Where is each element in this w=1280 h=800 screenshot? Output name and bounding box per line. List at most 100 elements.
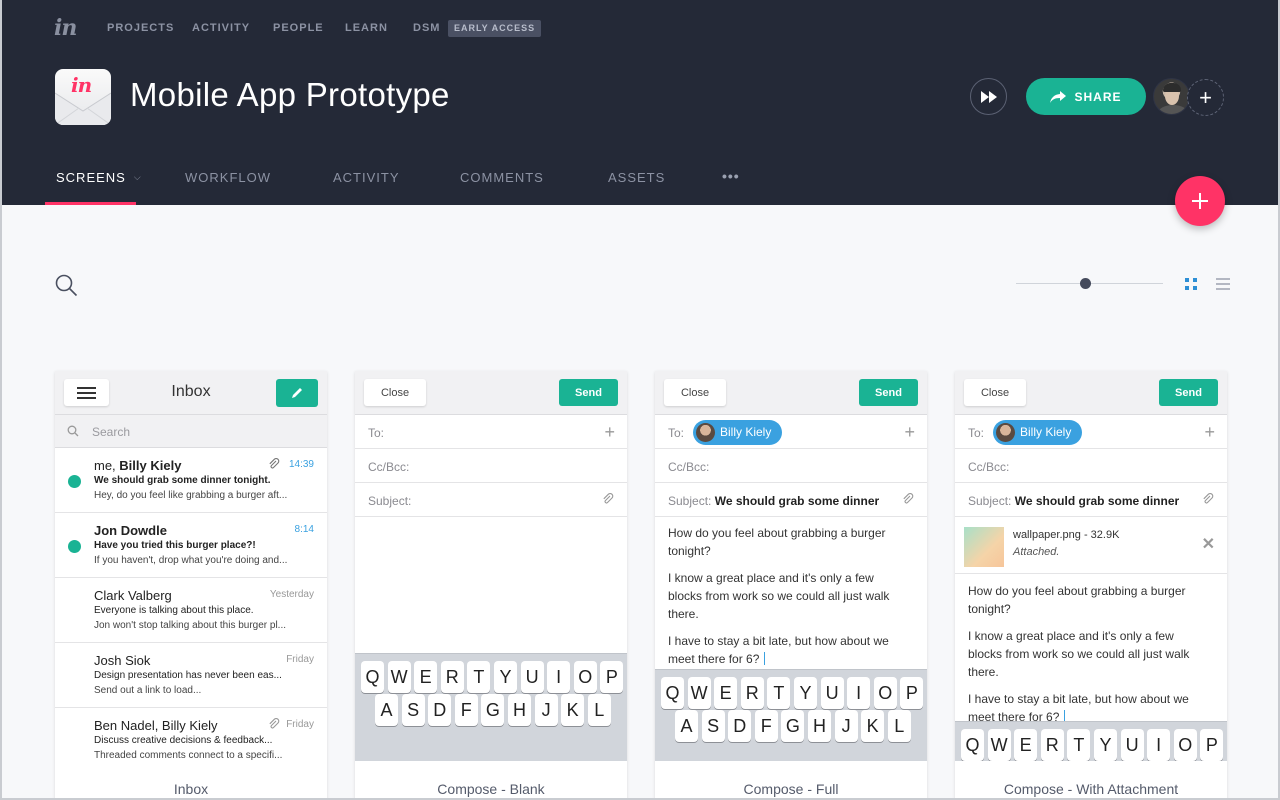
close-button: Close	[964, 379, 1026, 406]
keyboard-key: W	[687, 677, 711, 709]
email-sender: Clark Valberg	[94, 588, 172, 603]
tab-comments[interactable]: COMMENTS	[460, 170, 544, 185]
attachment-status: Attached.	[1013, 546, 1060, 558]
keyboard-key: P	[1200, 729, 1224, 761]
keyboard-key: F	[454, 694, 478, 726]
nav-people[interactable]: PEOPLE	[273, 22, 324, 34]
email-sender: Jon Dowdle	[94, 523, 167, 538]
navbar: Close Send	[655, 371, 927, 415]
screen-thumbnail: Close Send To: Billy Kiely + Cc/Bcc: Sub…	[655, 371, 927, 761]
tab-workflow[interactable]: WORKFLOW	[185, 170, 271, 185]
email-sender: Josh Siok	[94, 653, 151, 668]
subject-field: Subject:	[355, 483, 627, 517]
grid-view-icon[interactable]	[1184, 277, 1198, 291]
keyboard-key: W	[987, 729, 1011, 761]
nav-activity[interactable]: ACTIVITY	[192, 22, 250, 34]
share-button[interactable]: SHARE	[1026, 78, 1146, 115]
preview-button[interactable]	[970, 78, 1007, 115]
screen-card-compose-blank[interactable]: Close Send To: + Cc/Bcc: Subject: QWERTY…	[355, 371, 627, 800]
nav-dsm[interactable]: DSM	[413, 22, 440, 34]
to-field: To: Billy Kiely +	[655, 415, 927, 449]
keyboard-key: W	[387, 661, 411, 693]
email-preview: Threaded comments connect to a specifi..…	[94, 750, 283, 761]
navbar: Inbox	[55, 371, 327, 415]
email-preview: If you haven't, drop what you're doing a…	[94, 555, 288, 566]
tab-activity[interactable]: ACTIVITY	[333, 170, 400, 185]
screen-thumbnail: Close Send To: + Cc/Bcc: Subject: QWERTY…	[355, 371, 627, 761]
keyboard-key: G	[481, 694, 505, 726]
keyboard-key: E	[714, 677, 738, 709]
keyboard-key: E	[1014, 729, 1038, 761]
subject-field: Subject: We should grab some dinner	[655, 483, 927, 517]
paperclip-icon	[269, 458, 280, 469]
screen-card-compose-attachment[interactable]: Close Send To: Billy Kiely + Cc/Bcc: Sub…	[955, 371, 1227, 800]
attachment-thumbnail	[964, 527, 1004, 567]
to-label: To:	[368, 426, 385, 440]
keyboard-key: H	[808, 710, 831, 742]
to-label: To:	[668, 426, 685, 440]
more-tabs-button[interactable]: •••	[722, 168, 740, 184]
navbar: Close Send	[955, 371, 1227, 415]
search-icon	[67, 425, 79, 437]
keyboard-key: O	[873, 677, 897, 709]
add-screen-button[interactable]	[1175, 176, 1225, 226]
subject-label: Subject: We should grab some dinner	[968, 494, 1180, 508]
cc-field: Cc/Bcc:	[955, 449, 1227, 483]
keyboard-key: D	[728, 710, 752, 742]
attachment-name: wallpaper.png - 32.9K	[1013, 529, 1120, 541]
screen-caption: Compose - Blank	[437, 781, 545, 797]
keyboard-key: Y	[1094, 729, 1117, 761]
screen-card-inbox[interactable]: Inbox Search me, Billy Kiely 14:39 We sh…	[55, 371, 327, 800]
keyboard-key: I	[547, 661, 571, 693]
keyboard-key: O	[573, 661, 597, 693]
plus-icon	[1192, 193, 1208, 209]
email-subject: Everyone is talking about this place.	[94, 605, 254, 616]
close-button: Close	[664, 379, 726, 406]
keyboard-key: Y	[494, 661, 517, 693]
keyboard-key: Q	[661, 677, 684, 709]
body-paragraph: I have to stay a bit late, but how about…	[668, 634, 889, 666]
screen-caption: Compose - Full	[743, 781, 839, 797]
avatar	[996, 423, 1015, 442]
pencil-icon	[292, 388, 302, 398]
keyboard-key: R	[440, 661, 464, 693]
chevron-down-icon: ⌵	[133, 172, 142, 182]
keyboard-key: U	[520, 661, 544, 693]
keyboard-key: E	[414, 661, 438, 693]
navbar: Close Send	[355, 371, 627, 415]
mail-search-field: Search	[55, 415, 327, 448]
send-button: Send	[859, 379, 918, 406]
keyboard-key: L	[587, 694, 611, 726]
plus-icon: +	[1199, 84, 1212, 110]
add-collaborator-button[interactable]: +	[1187, 79, 1224, 116]
project-icon: in	[55, 69, 111, 125]
search-icon[interactable]	[55, 274, 78, 297]
paperclip-icon	[269, 718, 280, 729]
tab-assets[interactable]: ASSETS	[608, 170, 665, 185]
list-view-icon[interactable]	[1216, 277, 1230, 291]
email-time: Friday	[286, 719, 314, 730]
to-field: To: +	[355, 415, 627, 449]
invision-logo[interactable]: in	[54, 15, 77, 41]
tab-screens[interactable]: SCREENS ⌵	[56, 170, 142, 185]
keyboard-key: J	[534, 694, 558, 726]
email-time: 14:39	[288, 459, 314, 470]
keyboard: QWERTYUIOPASDFGHJKL	[955, 721, 1227, 761]
list-item: Josh Siok Friday Design presentation has…	[55, 643, 327, 708]
email-time: 8:14	[294, 524, 314, 535]
keyboard-key: Y	[794, 677, 817, 709]
nav-learn[interactable]: LEARN	[345, 22, 388, 34]
zoom-slider-thumb[interactable]	[1080, 278, 1091, 289]
email-preview: Send out a link to load...	[94, 685, 202, 696]
send-button: Send	[559, 379, 618, 406]
keyboard-key: O	[1173, 729, 1197, 761]
user-avatar[interactable]	[1153, 78, 1190, 115]
list-item: Jon Dowdle 8:14 Have you tried this burg…	[55, 513, 327, 578]
search-placeholder: Search	[92, 425, 131, 439]
plus-icon: +	[604, 422, 615, 442]
nav-projects[interactable]: PROJECTS	[107, 22, 174, 34]
screen-card-compose-full[interactable]: Close Send To: Billy Kiely + Cc/Bcc: Sub…	[655, 371, 927, 800]
email-preview: Jon won't stop talking about this burger…	[94, 620, 287, 631]
unread-dot	[68, 475, 81, 488]
keyboard-key: D	[428, 694, 452, 726]
